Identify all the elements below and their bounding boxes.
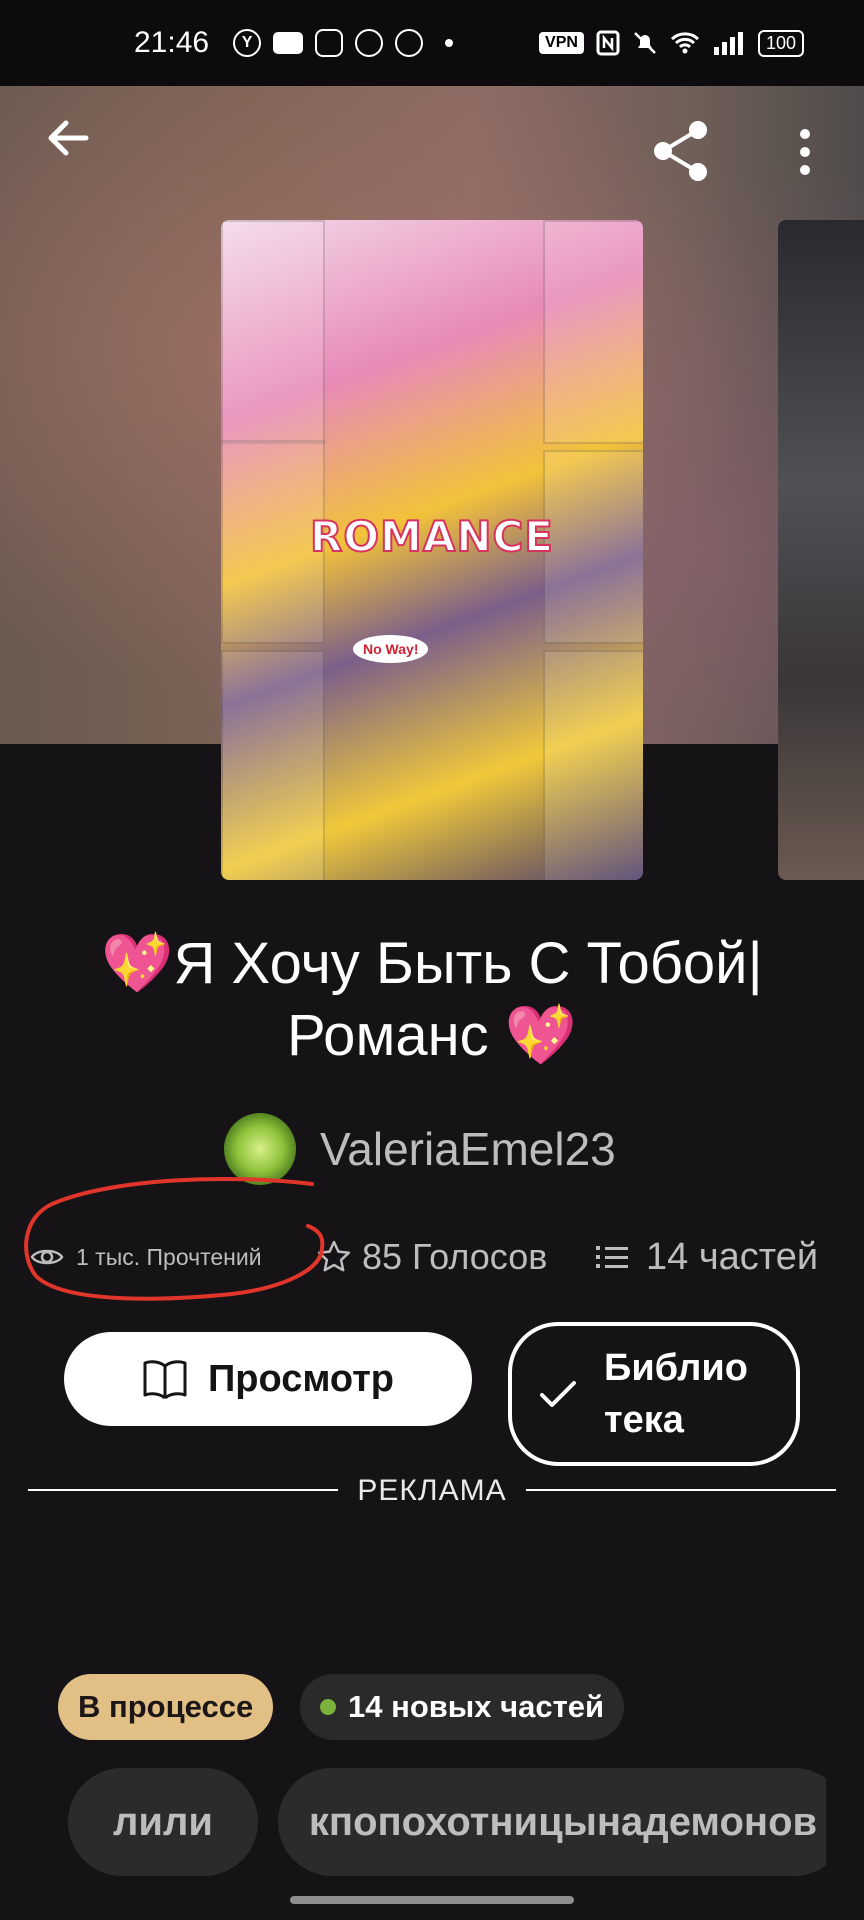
- status-time: 21:46: [134, 26, 210, 59]
- yandex-icon: Y: [233, 29, 262, 57]
- cover-panel: [221, 650, 325, 880]
- youtube-icon: [273, 32, 304, 54]
- author-row[interactable]: ValeriaEmel23: [224, 1113, 616, 1185]
- new-parts-badge: 14 новых частей: [300, 1674, 625, 1740]
- cover-panel: [543, 220, 643, 444]
- read-button[interactable]: Просмотр: [64, 1332, 472, 1426]
- author-avatar[interactable]: [224, 1113, 296, 1185]
- cover-panel: [543, 650, 643, 880]
- tag-chip[interactable]: лили: [68, 1768, 258, 1876]
- battery-indicator: 100: [757, 29, 804, 57]
- status-badge: В процессе: [58, 1674, 274, 1740]
- story-title: 💖Я Хочу Быть С Тобой| Романс 💖: [101, 931, 763, 1068]
- author-name[interactable]: ValeriaEmel23: [320, 1122, 616, 1176]
- ad-label: РЕКЛАМА: [357, 1474, 507, 1507]
- cover-panel: [221, 220, 325, 444]
- new-indicator-dot: [320, 1699, 336, 1715]
- book-icon: [143, 1360, 187, 1400]
- parts-count: 14 частей: [646, 1235, 819, 1278]
- notification-icons: Y: [233, 29, 454, 57]
- next-story-cover[interactable]: [778, 220, 864, 880]
- list-icon: [596, 1246, 628, 1268]
- instagram-icon: [315, 29, 344, 57]
- parts-stat: 14 частей: [596, 1232, 818, 1282]
- library-button-label: Библио тека: [604, 1347, 748, 1441]
- votes-count: 85 Голосов: [362, 1236, 548, 1277]
- red-circle-annotation: [24, 1176, 325, 1301]
- library-button[interactable]: Библио тека: [508, 1322, 800, 1466]
- read-button-label: Просмотр: [207, 1357, 395, 1400]
- wifi-icon: [670, 32, 699, 54]
- cover-speech-bubble: No Way!: [353, 635, 429, 663]
- tag-chip[interactable]: кпопохотницынадемонов: [278, 1768, 826, 1876]
- votes-stat: 85 Голосов: [316, 1232, 547, 1282]
- share-icon[interactable]: [650, 120, 712, 182]
- mute-icon: [634, 32, 656, 54]
- status-bar: 21:46 Y VPN 100: [0, 0, 864, 86]
- cover-title-text: ROMANCE: [309, 511, 554, 562]
- app-notification-icon: [355, 29, 384, 57]
- divider-line: [526, 1489, 836, 1491]
- signal-icon: [713, 32, 743, 55]
- check-icon: [540, 1381, 576, 1407]
- nfc-icon: [596, 30, 620, 56]
- ad-divider: РЕКЛАМА: [28, 1470, 836, 1510]
- more-vert-icon[interactable]: [790, 124, 820, 180]
- system-icons: VPN 100: [539, 29, 804, 57]
- story-cover[interactable]: ROMANCE No Way!: [221, 220, 643, 880]
- home-indicator[interactable]: [290, 1896, 574, 1904]
- vpn-icon: VPN: [539, 32, 584, 54]
- shazam-icon: [395, 29, 424, 57]
- more-notifications-dot: [445, 39, 454, 47]
- tags-row: лили кпопохотницынадемонов: [68, 1768, 826, 1878]
- back-arrow-icon[interactable]: [40, 110, 96, 166]
- new-parts-label: 14 новых частей: [348, 1689, 605, 1724]
